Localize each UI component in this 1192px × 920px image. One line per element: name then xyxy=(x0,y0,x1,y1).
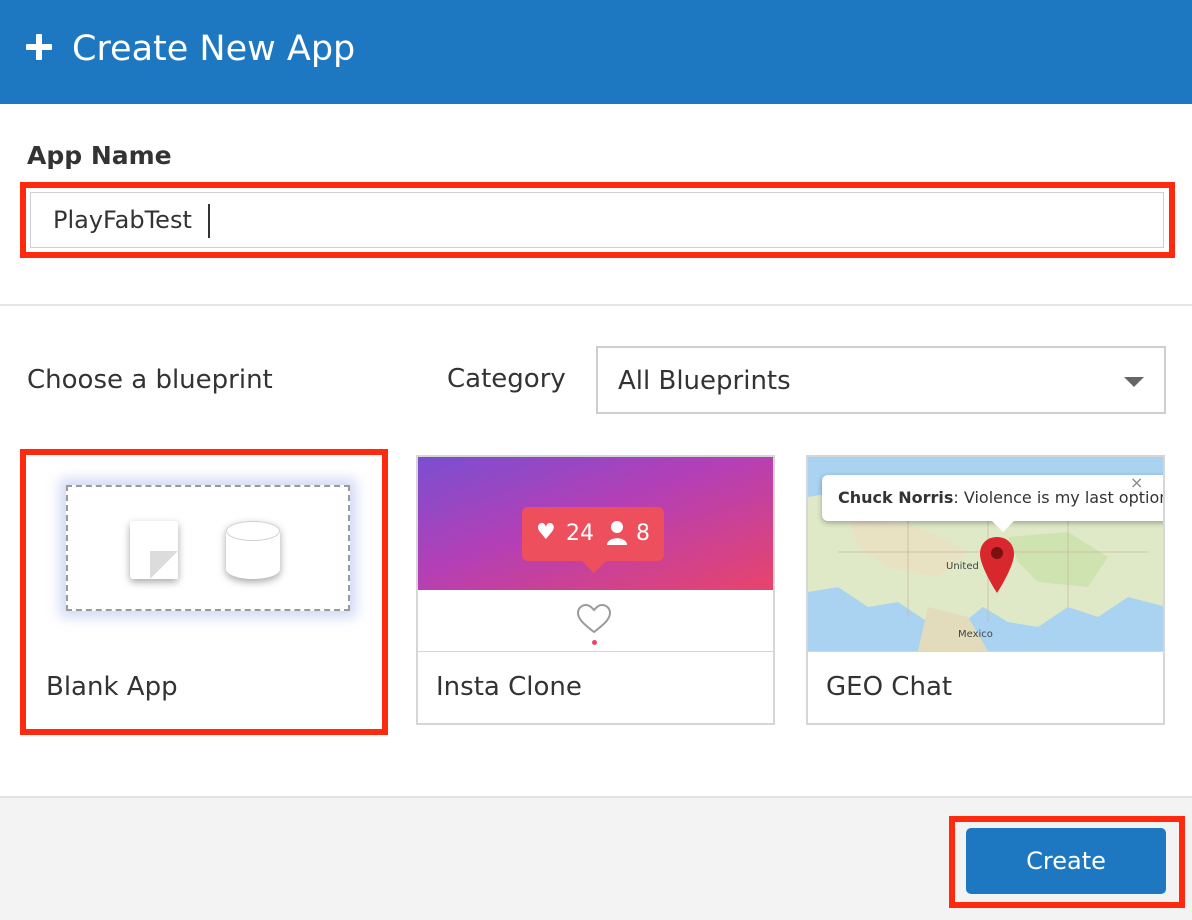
plus-icon xyxy=(26,34,52,60)
blank-app-thumbnail xyxy=(66,485,350,611)
map-label-united: United xyxy=(946,561,979,572)
app-name-input[interactable] xyxy=(30,192,1164,248)
heart-outline-icon xyxy=(576,603,612,634)
chevron-down-icon xyxy=(1124,377,1144,387)
dialog-title: Create New App xyxy=(72,29,356,69)
close-icon: × xyxy=(1130,473,1144,492)
user-icon xyxy=(607,521,627,545)
category-select[interactable]: All Blueprints xyxy=(596,346,1166,414)
like-count: 24 xyxy=(566,521,594,546)
document-icon xyxy=(130,521,178,579)
app-name-label: App Name xyxy=(27,141,172,170)
choose-blueprint-label: Choose a blueprint xyxy=(27,365,273,395)
map-pin-icon xyxy=(980,537,1014,593)
dialog-header: Create New App xyxy=(0,0,1192,104)
blueprint-card-geo-chat[interactable]: United Mexico Chuck Norris: Violence is … xyxy=(806,455,1165,725)
map-label-mexico: Mexico xyxy=(958,629,993,640)
create-button[interactable]: Create xyxy=(966,828,1166,894)
category-label: Category xyxy=(447,364,566,394)
card-title: Insta Clone xyxy=(436,672,582,702)
indicator-dot xyxy=(592,640,597,645)
blueprint-card-blank-app[interactable]: Blank App xyxy=(28,457,380,725)
callout-author: Chuck Norris xyxy=(838,488,954,507)
blueprint-card-insta-clone[interactable]: ♥ 24 8 Insta Clone xyxy=(416,455,775,725)
database-icon xyxy=(226,521,280,579)
heart-icon: ♥ xyxy=(536,520,556,545)
card-title: Blank App xyxy=(46,672,178,702)
card-title: GEO Chat xyxy=(826,672,953,702)
chat-callout: Chuck Norris: Violence is my last option xyxy=(822,475,1163,532)
category-selected-value: All Blueprints xyxy=(618,366,791,396)
follower-count: 8 xyxy=(636,521,650,546)
notification-badge: ♥ 24 8 xyxy=(522,507,664,573)
section-divider xyxy=(0,304,1192,306)
text-caret xyxy=(208,204,210,238)
